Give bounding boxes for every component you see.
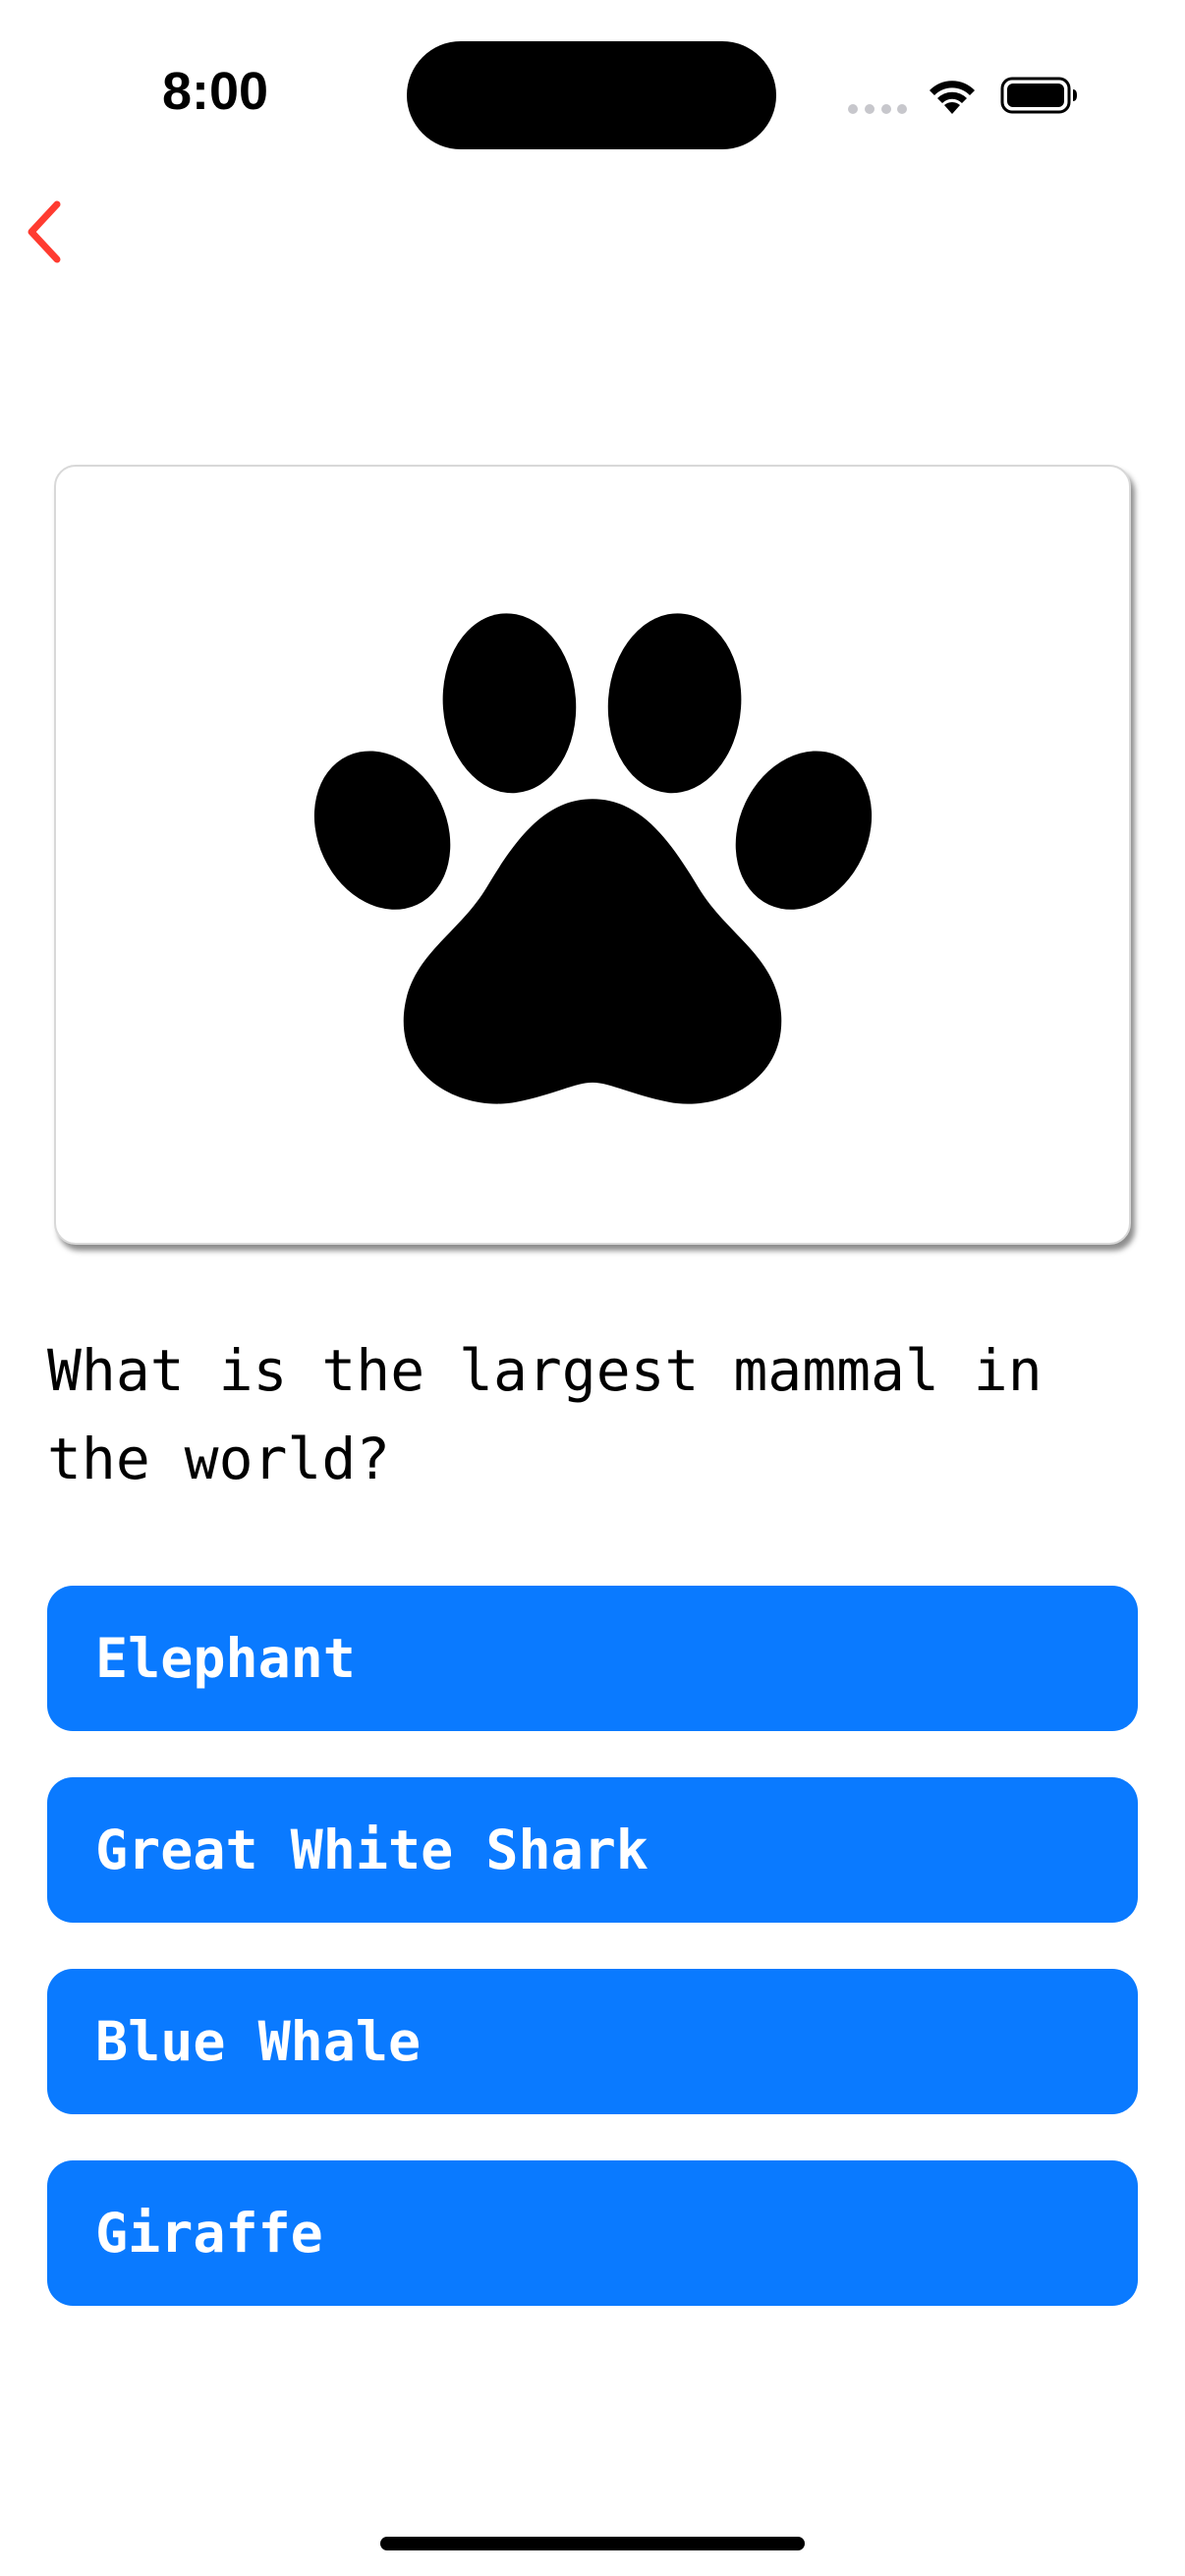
status-bar: 8:00	[0, 0, 1185, 187]
status-time: 8:00	[162, 62, 269, 121]
chevron-left-icon	[28, 200, 61, 263]
battery-icon	[1000, 77, 1077, 114]
answer-button-great-white-shark[interactable]: Great White Shark	[47, 1777, 1138, 1923]
answer-button-giraffe[interactable]: Giraffe	[47, 2160, 1138, 2306]
question-text: What is the largest mammal in the world?	[47, 1337, 1043, 1492]
wifi-icon	[930, 81, 975, 114]
paw-print-icon	[313, 613, 873, 1104]
home-indicator[interactable]	[380, 2537, 805, 2550]
answer-list: Elephant Great White Shark Blue Whale Gi…	[47, 1586, 1138, 2352]
answer-button-elephant[interactable]: Elephant	[47, 1586, 1138, 1731]
back-button[interactable]	[14, 193, 73, 271]
question-image-card	[54, 465, 1131, 1245]
cellular-signal-icon	[848, 104, 907, 114]
answer-button-blue-whale[interactable]: Blue Whale	[47, 1969, 1138, 2114]
dynamic-island	[407, 41, 776, 149]
